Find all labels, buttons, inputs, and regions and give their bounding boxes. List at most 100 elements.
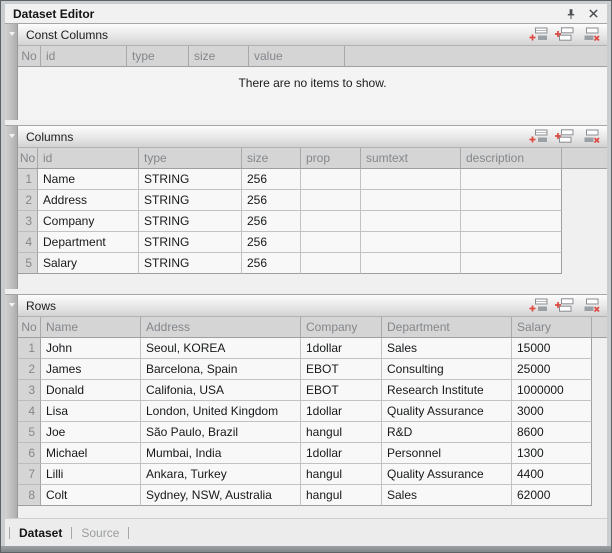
cell[interactable]: hangul [301,464,382,485]
cell[interactable]: hangul [301,485,382,506]
delete-row-button[interactable] [579,26,601,43]
cell[interactable]: Lisa [41,401,141,422]
cell[interactable]: Ankara, Turkey [141,464,301,485]
column-header[interactable]: type [139,148,242,169]
collapse-button[interactable] [7,131,16,140]
cell[interactable] [361,169,461,190]
cell[interactable]: 256 [242,211,301,232]
cell[interactable] [461,253,562,274]
cell[interactable] [301,232,361,253]
cell[interactable] [301,169,361,190]
cell[interactable]: Quality Assurance [382,401,512,422]
cell[interactable]: 256 [242,253,301,274]
cell[interactable] [361,211,461,232]
collapse-button[interactable] [7,29,16,38]
cell[interactable]: STRING [139,232,242,253]
cell[interactable]: São Paulo, Brazil [141,422,301,443]
tab-source[interactable]: Source [72,526,128,540]
cell[interactable]: Department [38,232,139,253]
cell[interactable] [361,253,461,274]
column-header[interactable]: id [38,148,139,169]
column-header[interactable] [562,148,607,169]
row-number-cell[interactable]: 5 [18,253,38,274]
cell[interactable]: Name [38,169,139,190]
column-header[interactable]: description [461,148,562,169]
cell[interactable]: 1dollar [301,401,382,422]
cell[interactable]: Colt [41,485,141,506]
cell[interactable]: Salary [38,253,139,274]
cell[interactable]: Donald [41,380,141,401]
cell[interactable]: 25000 [512,359,592,380]
cell[interactable]: 3000 [512,401,592,422]
column-header[interactable]: No [18,46,41,67]
cell[interactable] [461,190,562,211]
column-header[interactable]: id [41,46,127,67]
cell[interactable] [461,169,562,190]
column-header[interactable]: size [242,148,301,169]
cell[interactable]: Sales [382,485,512,506]
cell[interactable] [461,232,562,253]
cell[interactable]: hangul [301,422,382,443]
cell[interactable]: Califonia, USA [141,380,301,401]
cell[interactable]: Michael [41,443,141,464]
cell[interactable]: STRING [139,169,242,190]
column-header[interactable]: Salary [512,317,592,338]
insert-row-button[interactable] [553,297,575,314]
cell[interactable]: 62000 [512,485,592,506]
cell[interactable]: Research Institute [382,380,512,401]
cell[interactable]: EBOT [301,380,382,401]
cell[interactable]: STRING [139,211,242,232]
column-header[interactable] [592,317,607,338]
row-number-cell[interactable]: 6 [18,443,41,464]
cell[interactable]: Consulting [382,359,512,380]
cell[interactable]: Barcelona, Spain [141,359,301,380]
cell[interactable]: 1000000 [512,380,592,401]
cell[interactable]: Mumbai, India [141,443,301,464]
cell[interactable]: R&D [382,422,512,443]
column-header[interactable]: value [249,46,345,67]
row-number-cell[interactable]: 4 [18,232,38,253]
insert-row-button[interactable] [553,26,575,43]
cell[interactable]: Quality Assurance [382,464,512,485]
row-number-cell[interactable]: 8 [18,485,41,506]
tab-dataset[interactable]: Dataset [10,526,71,540]
column-header[interactable]: No [18,148,38,169]
cell[interactable]: London, United Kingdom [141,401,301,422]
cell[interactable]: Sales [382,338,512,359]
cell[interactable] [361,232,461,253]
cell[interactable] [301,211,361,232]
cell[interactable]: Joe [41,422,141,443]
cell[interactable]: 4400 [512,464,592,485]
row-number-cell[interactable]: 2 [18,190,38,211]
collapse-button[interactable] [7,300,16,309]
cell[interactable]: Address [38,190,139,211]
cell[interactable]: Company [38,211,139,232]
column-header[interactable]: Company [301,317,382,338]
insert-row-button[interactable] [553,128,575,145]
row-number-cell[interactable]: 5 [18,422,41,443]
close-button[interactable] [585,6,601,21]
row-number-cell[interactable]: 3 [18,380,41,401]
column-header[interactable]: Address [141,317,301,338]
row-number-cell[interactable]: 1 [18,169,38,190]
row-number-cell[interactable]: 2 [18,359,41,380]
cell[interactable] [361,190,461,211]
cell[interactable]: Sydney, NSW, Australia [141,485,301,506]
cell[interactable]: STRING [139,253,242,274]
cell[interactable]: Personnel [382,443,512,464]
column-header[interactable]: prop [301,148,361,169]
column-header[interactable]: size [189,46,249,67]
cell[interactable]: 1dollar [301,443,382,464]
row-number-cell[interactable]: 1 [18,338,41,359]
cell[interactable] [301,253,361,274]
column-header[interactable]: type [127,46,189,67]
add-row-button[interactable] [527,297,549,314]
cell[interactable]: 256 [242,232,301,253]
cell[interactable]: STRING [139,190,242,211]
cell[interactable]: EBOT [301,359,382,380]
cell[interactable] [301,190,361,211]
cell[interactable]: 8600 [512,422,592,443]
delete-row-button[interactable] [579,297,601,314]
row-number-cell[interactable]: 7 [18,464,41,485]
column-header[interactable]: Department [382,317,512,338]
